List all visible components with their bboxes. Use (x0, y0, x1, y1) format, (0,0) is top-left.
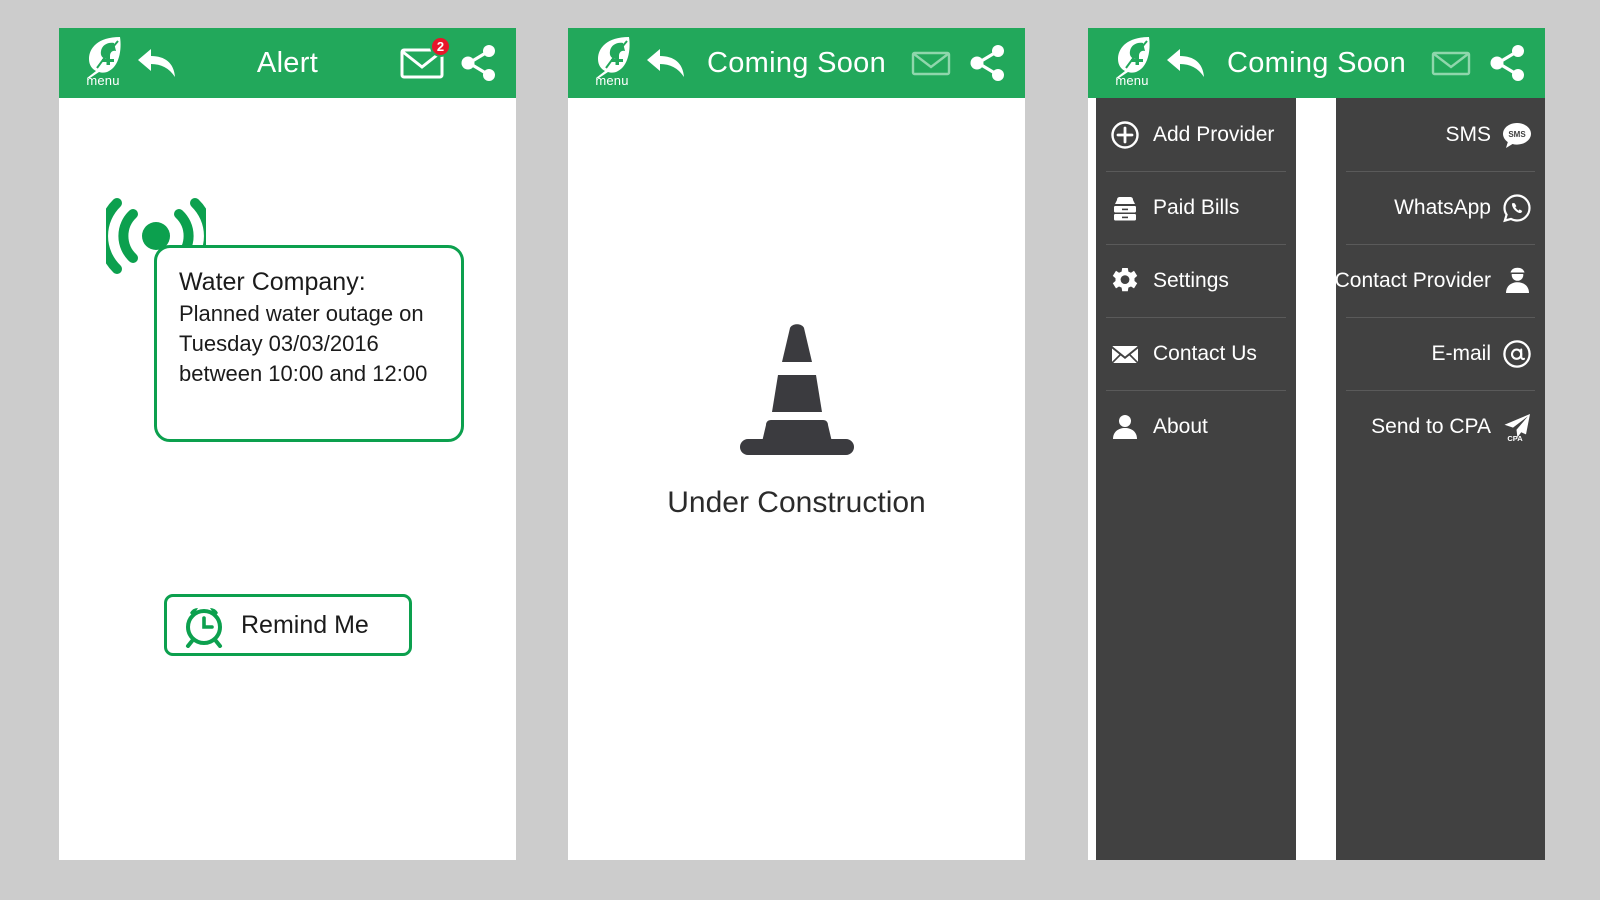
page-title: Coming Soon (1226, 46, 1406, 79)
under-construction-label: Under Construction (667, 486, 926, 519)
menu-item-label: Contact Us (1153, 341, 1257, 365)
menus-body: Add Provider Paid Bills Settings Contact… (1088, 98, 1545, 860)
menu-item-about[interactable]: About (1096, 390, 1296, 463)
share-item-label: Send to CPA (1371, 414, 1491, 438)
send-cpa-icon: CPA (1502, 412, 1531, 443)
screenshot-stage: menu Alert 2 Water Company: Planned wate… (0, 0, 1600, 900)
plus-circle-icon (1110, 120, 1140, 150)
header-actions-panel3 (1429, 44, 1527, 82)
whatsapp-icon (1502, 193, 1531, 223)
app-header-panel1: menu Alert 2 (59, 28, 516, 98)
phone-panel-alert: menu Alert 2 Water Company: Planned wate… (59, 28, 516, 860)
remind-me-label: Remind Me (241, 610, 369, 639)
alert-title: Water Company: (179, 268, 366, 296)
at-sign-icon (1502, 339, 1531, 368)
gear-icon (1110, 266, 1140, 296)
phone-panel-menus: menu Coming Soon Add Provider Paid Bills… (1088, 28, 1545, 860)
back-arrow-icon[interactable] (644, 43, 690, 83)
share-item-label: WhatsApp (1394, 195, 1491, 219)
back-arrow-icon[interactable] (135, 43, 181, 83)
menu-item-settings[interactable]: Settings (1096, 244, 1296, 317)
alert-card: Water Company: Planned water outage on T… (154, 245, 464, 442)
menu-item-add-provider[interactable]: Add Provider (1096, 98, 1296, 171)
menu-item-label: Paid Bills (1153, 195, 1240, 219)
menu-item-label: Settings (1153, 268, 1229, 292)
leaf-currency-logo-icon (1111, 34, 1153, 78)
menu-item-label: Add Provider (1153, 122, 1275, 146)
share-item-label: E-mail (1431, 341, 1491, 365)
envelope-icon[interactable]: 2 (400, 36, 451, 81)
contact-person-icon (1502, 266, 1531, 295)
page-title: Coming Soon (706, 46, 886, 79)
share-item-send-to-cpa[interactable]: Send to CPA CPA (1336, 390, 1545, 463)
app-header-panel3: menu Coming Soon (1088, 28, 1545, 98)
svg-text:SMS: SMS (1508, 130, 1526, 139)
back-arrow-icon[interactable] (1164, 43, 1210, 83)
share-icon[interactable] (969, 44, 1007, 82)
share-item-email[interactable]: E-mail (1336, 317, 1545, 390)
menu-logo-button[interactable]: menu (1106, 32, 1158, 94)
file-cabinet-icon (1110, 193, 1140, 223)
alarm-clock-icon (181, 602, 227, 648)
header-actions-panel1: 2 (400, 36, 498, 82)
right-share-drawer: SMS SMS WhatsApp Contact Provider E-mail… (1334, 98, 1545, 860)
leaf-currency-logo-icon (82, 34, 124, 78)
svg-text:CPA: CPA (1507, 434, 1523, 442)
mail-badge: 2 (430, 36, 451, 57)
traffic-cone-icon (722, 320, 872, 464)
share-item-label: Contact Provider (1334, 268, 1491, 292)
leaf-currency-logo-icon (591, 34, 633, 78)
alert-line-2: Tuesday 03/03/2016 (179, 331, 379, 356)
share-item-label: SMS (1445, 122, 1491, 146)
header-actions-panel2 (909, 44, 1007, 82)
app-header-panel2: menu Coming Soon (568, 28, 1025, 98)
share-item-whatsapp[interactable]: WhatsApp (1336, 171, 1545, 244)
menu-item-label: About (1153, 414, 1208, 438)
page-title: Alert (256, 46, 319, 79)
left-navigation-drawer: Add Provider Paid Bills Settings Contact… (1096, 98, 1296, 860)
envelope-icon[interactable] (909, 45, 953, 81)
menu-item-paid-bills[interactable]: Paid Bills (1096, 171, 1296, 244)
phone-panel-coming-soon: menu Coming Soon Under Construction (568, 28, 1025, 860)
sms-bubble-icon: SMS (1502, 120, 1531, 149)
share-item-contact-provider[interactable]: Contact Provider (1334, 244, 1545, 317)
share-icon[interactable] (1489, 44, 1527, 82)
alert-screen-body: Water Company: Planned water outage on T… (59, 98, 516, 860)
remind-me-button[interactable]: Remind Me (164, 594, 412, 656)
coming-soon-body: Under Construction (568, 98, 1025, 860)
menu-logo-button[interactable]: menu (77, 32, 129, 94)
menu-item-contact-us[interactable]: Contact Us (1096, 317, 1296, 390)
envelope-icon[interactable] (1429, 45, 1473, 81)
share-icon[interactable] (460, 44, 498, 82)
alert-line-1: Planned water outage on (179, 301, 424, 326)
person-icon (1110, 412, 1140, 442)
alert-message-block: Water Company: Planned water outage on T… (98, 198, 478, 463)
envelope-icon (1110, 339, 1140, 369)
alert-line-3: between 10:00 and 12:00 (179, 361, 428, 386)
under-construction-block: Under Construction (568, 320, 1025, 520)
share-item-sms[interactable]: SMS SMS (1336, 98, 1545, 171)
menu-logo-button[interactable]: menu (586, 32, 638, 94)
